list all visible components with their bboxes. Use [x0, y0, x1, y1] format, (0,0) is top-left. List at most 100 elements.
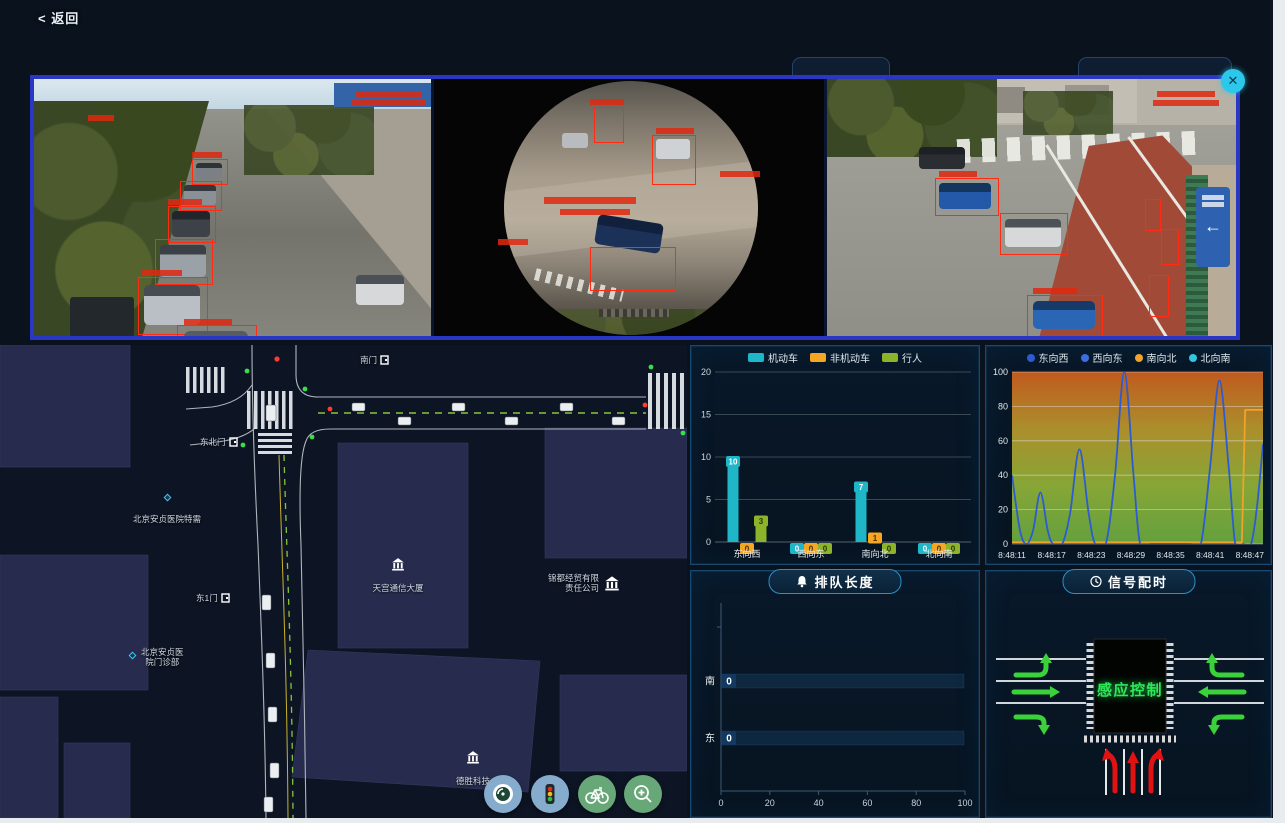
y-axis-tick-label: 80: [998, 401, 1008, 411]
x-axis-tick-label: 8:48:29: [1117, 550, 1146, 560]
page-edge-right: [1273, 0, 1285, 823]
building-icon: [604, 575, 620, 591]
x-axis-tick-label: 20: [765, 798, 775, 808]
y-axis-tick-label: 20: [701, 367, 711, 377]
hidden-panel-tab: [1078, 57, 1232, 76]
fisheye-lens: [504, 81, 758, 335]
x-axis-tick-label: 8:48:35: [1156, 550, 1185, 560]
bar: [728, 457, 739, 542]
map-button-zoom-in[interactable]: [624, 775, 662, 813]
y-axis-tick-label: 5: [706, 495, 711, 505]
legend-swatch: [1135, 354, 1143, 362]
legend-item[interactable]: 北向南: [1189, 350, 1231, 365]
panel-direction-line-chart: 东向西 西向东 南向北 北向南 0 20 40 60 80 100 8:48:11 8:48:17 8…: [985, 345, 1272, 565]
vehicle: [919, 147, 965, 169]
map-button-bicycle[interactable]: [578, 775, 616, 813]
legend-label: 机动车: [768, 350, 798, 365]
queue-category-label: 南: [705, 675, 715, 688]
x-axis-tick-label: 8:48:23: [1077, 550, 1106, 560]
category-label: 西向东: [797, 548, 824, 559]
bicycle-icon: [583, 780, 611, 808]
x-axis-tick-label: 80: [911, 798, 921, 808]
traffic-dashboard: < 返回: [0, 0, 1285, 823]
diamond-icon: [128, 651, 137, 660]
queue-value-label: 0: [726, 677, 732, 688]
legend-swatch: [748, 353, 764, 362]
legend-label: 东向西: [1039, 350, 1069, 365]
control-mode-label: 感应控制: [1097, 681, 1163, 699]
legend-swatch: [1027, 354, 1035, 362]
y-axis-tick-label: 100: [993, 367, 1008, 377]
legend-swatch: [1081, 354, 1089, 362]
y-axis-tick-label: 0: [1003, 539, 1008, 549]
gate-icon: [380, 355, 389, 365]
signal-diagram-svg: 感应控制: [986, 593, 1271, 817]
left-arrow-icon: ←: [1196, 221, 1230, 231]
map-label-company: 锦都经贸有限责任公司: [548, 573, 620, 593]
x-axis-tick-label: 60: [862, 798, 872, 808]
bell-icon: [795, 575, 808, 588]
panel-signal-timing: 信号配时 感应控制: [985, 570, 1272, 818]
video-strip: ✕: [30, 75, 1240, 340]
vehicle: [70, 297, 134, 336]
map-label-tower: 天宫通信大厦: [352, 547, 444, 593]
legend-label: 西向东: [1093, 350, 1123, 365]
close-icon: ✕: [1228, 73, 1239, 88]
panel-queue-length: 排队长度 020406080100南0东0: [690, 570, 980, 818]
magnifier-plus-icon: [630, 781, 656, 807]
line-chart-svg: 0 20 40 60 80 100 8:48:11 8:48:17 8:48:23 8:48:29…: [986, 346, 1271, 564]
x-axis-tick-label: 8:48:41: [1196, 550, 1225, 560]
radar-icon: [490, 781, 516, 807]
queue-bar-track: [722, 731, 964, 745]
legend-item[interactable]: 南向北: [1135, 350, 1177, 365]
intersection-controller-chip: 感应控制: [1084, 639, 1176, 739]
back-button[interactable]: < 返回: [38, 8, 79, 27]
map-label-east-gate-1: 东1门: [196, 593, 230, 603]
bar-value-label: 3: [759, 517, 764, 526]
close-button[interactable]: ✕: [1221, 69, 1245, 93]
legend-item[interactable]: 机动车: [748, 350, 798, 365]
page-edge-bottom: [0, 818, 1285, 823]
y-axis-tick-label: 0: [706, 537, 711, 547]
bar-value-label: 1: [873, 534, 878, 543]
x-axis-tick-label: 8:48:17: [1037, 550, 1066, 560]
queue-value-label: 0: [726, 734, 732, 745]
map-button-traffic-light[interactable]: [531, 775, 569, 813]
legend-item[interactable]: 西向东: [1081, 350, 1123, 365]
legend-item[interactable]: 非机动车: [810, 350, 870, 365]
legend-label: 北向南: [1201, 350, 1231, 365]
map-label-clinic: 北京安贞医院门诊部: [128, 647, 184, 667]
y-axis-tick-label: 20: [998, 505, 1008, 515]
queue-chart-svg: 020406080100南0东0: [691, 593, 979, 817]
panel-flow-bar-chart: 机动车非机动车行人 051015201003东向西000西向东710南向北000…: [690, 345, 980, 565]
traffic-light-icon: [537, 781, 563, 807]
x-axis-tick-label: 100: [957, 798, 972, 808]
queue-bar-track: [722, 674, 964, 688]
map-label-northeast-gate: 东北门: [200, 437, 238, 447]
map-button-cctv[interactable]: [484, 775, 522, 813]
gate-icon: [229, 437, 238, 447]
trees: [244, 105, 374, 175]
y-axis-tick-label: 40: [998, 470, 1008, 480]
legend-swatch: [1189, 354, 1197, 362]
bar-chart-legend: 机动车非机动车 行人: [691, 350, 979, 365]
x-axis-tick-label: 8:48:11: [998, 550, 1026, 560]
legend-label: 行人: [902, 350, 922, 365]
legend-swatch: [810, 353, 826, 362]
y-axis-tick-label: 60: [998, 436, 1008, 446]
line-chart-legend: 东向西 西向东 南向北 北向南: [986, 350, 1271, 365]
queue-title-tab: 排队长度: [768, 569, 901, 594]
camera-feed-right: ←: [827, 79, 1236, 336]
legend-item[interactable]: 行人: [882, 350, 922, 365]
hidden-panel-tab: [792, 57, 890, 76]
category-label: 南向北: [861, 548, 888, 559]
legend-item[interactable]: 东向西: [1027, 350, 1069, 365]
camera-feed-left: [34, 79, 431, 336]
map-panel[interactable]: 南门 东北门 北京安贞医院特需 东1门 天宫通信大厦 锦都经贸有限责任公司 北京…: [0, 345, 687, 818]
y-axis-tick-label: 15: [701, 410, 711, 420]
map-label-hospital-special: 北京安贞医院特需: [112, 483, 222, 524]
road-sign: ←: [1196, 187, 1230, 267]
queue-category-label: 东: [705, 732, 715, 745]
legend-swatch: [882, 353, 898, 362]
legend-label: 南向北: [1147, 350, 1177, 365]
